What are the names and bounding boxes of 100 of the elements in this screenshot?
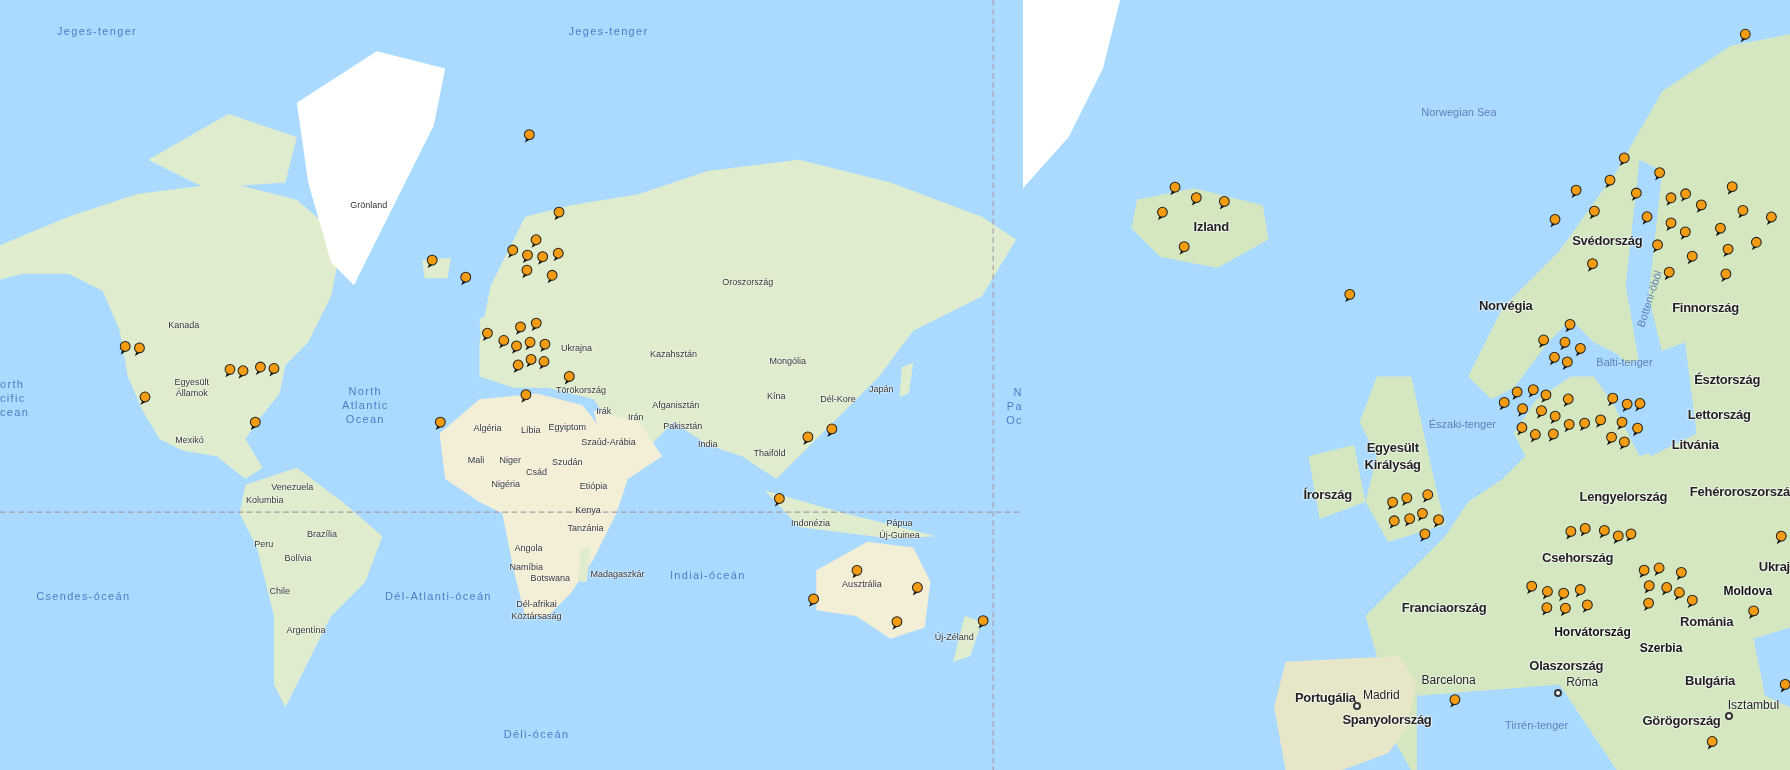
map-pin-icon[interactable]	[553, 206, 565, 221]
map-pin-icon[interactable]	[1558, 587, 1569, 602]
map-pin-icon[interactable]	[1634, 398, 1646, 412]
map-pin-icon[interactable]	[237, 365, 249, 379]
map-pin-icon[interactable]	[1675, 566, 1687, 581]
map-pin-icon[interactable]	[1579, 523, 1591, 537]
map-pin-icon[interactable]	[1549, 213, 1561, 228]
map-pin-icon[interactable]	[911, 582, 923, 596]
map-pin-icon[interactable]	[1653, 562, 1665, 576]
map-pin-icon[interactable]	[249, 416, 261, 431]
map-pin-icon[interactable]	[1612, 530, 1624, 544]
map-pin-icon[interactable]	[1673, 587, 1685, 601]
map-pin-icon[interactable]	[1588, 205, 1600, 220]
map-pin-icon[interactable]	[977, 615, 989, 629]
map-pin-icon[interactable]	[1641, 211, 1653, 225]
map-pin-icon[interactable]	[525, 353, 537, 368]
map-pin-icon[interactable]	[511, 340, 522, 354]
map-pin-icon[interactable]	[1388, 515, 1400, 529]
map-pin-icon[interactable]	[224, 363, 236, 378]
map-pin-icon[interactable]	[139, 391, 151, 405]
map-pin-icon[interactable]	[1419, 528, 1431, 542]
map-pin-icon[interactable]	[1726, 181, 1738, 195]
map-pin-icon[interactable]	[1680, 188, 1691, 202]
map-pin-icon[interactable]	[1535, 405, 1547, 419]
map-pin-icon[interactable]	[773, 493, 785, 507]
map-pin-icon[interactable]	[1686, 594, 1698, 609]
map-pin-icon[interactable]	[1538, 334, 1549, 348]
map-pin-icon[interactable]	[1706, 736, 1718, 750]
map-pin-icon[interactable]	[826, 423, 838, 437]
map-pin-icon[interactable]	[1618, 436, 1630, 450]
map-pin-icon[interactable]	[1218, 196, 1230, 210]
map-pin-icon[interactable]	[1541, 602, 1553, 616]
map-pin-icon[interactable]	[1595, 414, 1606, 428]
map-pin-icon[interactable]	[1433, 514, 1444, 528]
map-pin-icon[interactable]	[1748, 605, 1759, 619]
map-pin-icon[interactable]	[1516, 422, 1528, 436]
map-pin-icon[interactable]	[1604, 174, 1616, 189]
map-pin-icon[interactable]	[1652, 239, 1663, 253]
map-pin-icon[interactable]	[530, 317, 542, 332]
map-pin-icon[interactable]	[1563, 418, 1575, 433]
map-pin-icon[interactable]	[521, 264, 533, 279]
map-pin-icon[interactable]	[539, 338, 551, 353]
map-pin-icon[interactable]	[1540, 389, 1552, 403]
map-pin-icon[interactable]	[1737, 204, 1749, 219]
map-pin-icon[interactable]	[1526, 580, 1537, 595]
map-pin-icon[interactable]	[1449, 694, 1461, 708]
map-pin-icon[interactable]	[1720, 268, 1732, 282]
map-pin-icon[interactable]	[537, 251, 549, 265]
map-pin-icon[interactable]	[1607, 392, 1618, 407]
map-pin-icon[interactable]	[1665, 217, 1677, 231]
map-pin-icon[interactable]	[268, 363, 280, 377]
map-pin-icon[interactable]	[538, 356, 550, 370]
map-pin-icon[interactable]	[1618, 152, 1630, 166]
map-pin-icon[interactable]	[1547, 428, 1559, 442]
map-pin-icon[interactable]	[530, 234, 542, 248]
map-pin-icon[interactable]	[1564, 318, 1576, 333]
map-pin-icon[interactable]	[1527, 384, 1539, 398]
map-pin-icon[interactable]	[482, 327, 493, 342]
map-pin-icon[interactable]	[1739, 28, 1751, 43]
map-pin-icon[interactable]	[1387, 496, 1398, 511]
map-pin-icon[interactable]	[1586, 258, 1598, 272]
map-pin-icon[interactable]	[1750, 236, 1762, 251]
map-pin-icon[interactable]	[1654, 167, 1665, 181]
map-pin-icon[interactable]	[1549, 410, 1561, 425]
map-pin-icon[interactable]	[891, 616, 903, 630]
map-pin-icon[interactable]	[1630, 187, 1642, 201]
map-pin-icon[interactable]	[1156, 206, 1168, 221]
map-pin-icon[interactable]	[523, 129, 535, 143]
map-pin-icon[interactable]	[524, 336, 536, 351]
map-pin-icon[interactable]	[1579, 417, 1590, 432]
map-pin-icon[interactable]	[1565, 525, 1577, 540]
map-pin-icon[interactable]	[1598, 525, 1610, 539]
map-pin-icon[interactable]	[1686, 250, 1698, 265]
map-pin-icon[interactable]	[1570, 184, 1582, 199]
map-pin-icon[interactable]	[507, 244, 519, 258]
map-pin-icon[interactable]	[1190, 192, 1202, 206]
map-pin-icon[interactable]	[1605, 431, 1617, 446]
map-pin-icon[interactable]	[522, 249, 533, 264]
map-pin-icon[interactable]	[1416, 507, 1428, 522]
map-pin-icon[interactable]	[1625, 528, 1637, 542]
map-pin-icon[interactable]	[1422, 489, 1433, 503]
map-pin-icon[interactable]	[520, 389, 532, 403]
map-pin-icon[interactable]	[515, 321, 526, 335]
map-pin-icon[interactable]	[1621, 398, 1633, 413]
map-pin-icon[interactable]	[1643, 597, 1654, 612]
map-pin-icon[interactable]	[1695, 199, 1707, 213]
map-pin-icon[interactable]	[1714, 222, 1726, 237]
map-pin-icon[interactable]	[1643, 580, 1655, 594]
map-pin-icon[interactable]	[460, 271, 472, 286]
map-pin-icon[interactable]	[1541, 586, 1553, 600]
map-pin-icon[interactable]	[1679, 226, 1691, 240]
map-pin-icon[interactable]	[434, 416, 446, 431]
map-pin-icon[interactable]	[255, 361, 266, 375]
map-pin-icon[interactable]	[134, 342, 145, 356]
map-pin-icon[interactable]	[1404, 513, 1415, 527]
map-pin-icon[interactable]	[1616, 416, 1628, 431]
map-pin-icon[interactable]	[1638, 564, 1650, 579]
map-pin-icon[interactable]	[1511, 386, 1523, 400]
map-pin-icon[interactable]	[1561, 356, 1573, 370]
map-pin-icon[interactable]	[1344, 288, 1355, 303]
